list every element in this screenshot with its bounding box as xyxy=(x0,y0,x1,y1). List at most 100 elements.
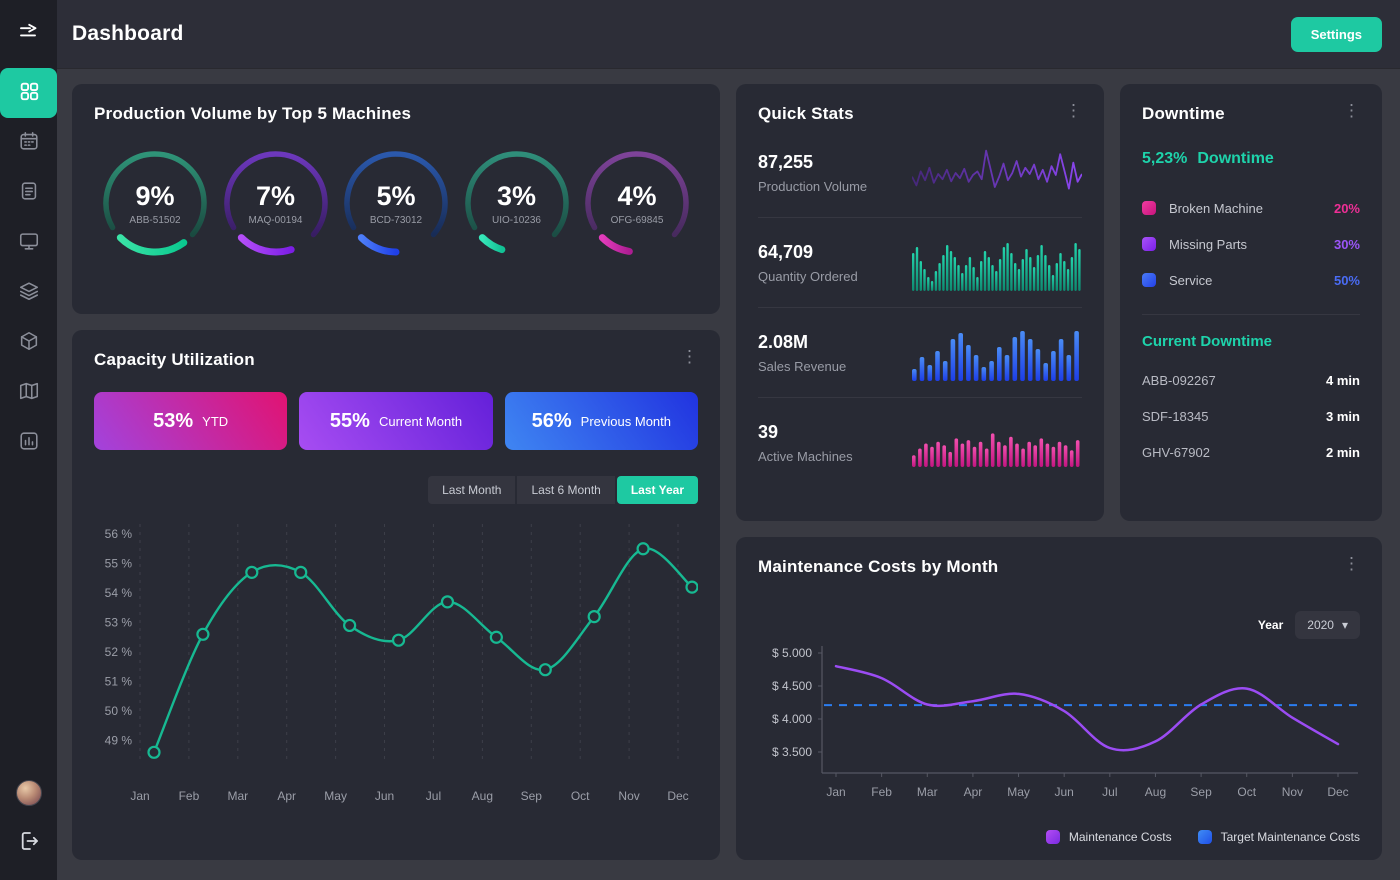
dashboard-grid-icon xyxy=(18,80,40,107)
tab-last-year[interactable]: Last Year xyxy=(617,476,698,504)
production-volume-title: Production Volume by Top 5 Machines xyxy=(94,104,698,124)
user-avatar-button[interactable] xyxy=(0,768,57,818)
legend-chip-purple xyxy=(1142,237,1156,251)
svg-text:55 %: 55 % xyxy=(105,557,133,571)
gauges-row: 9%ABB-51502 7%MAQ-00194 5%BCD-73012 3%UI… xyxy=(94,146,698,260)
stat-production-volume: 87,255 Production Volume xyxy=(758,128,1082,217)
year-select[interactable]: 2020 ▾ xyxy=(1295,611,1360,639)
pill-label: YTD xyxy=(202,414,228,429)
svg-text:$ 5.000: $ 5.000 xyxy=(772,646,812,660)
svg-text:Sep: Sep xyxy=(521,789,543,803)
menu-toggle-button[interactable] xyxy=(0,0,57,68)
downtime-item-percent: 50% xyxy=(1334,273,1360,288)
svg-text:53 %: 53 % xyxy=(105,616,133,630)
svg-text:$ 4.500: $ 4.500 xyxy=(772,679,812,693)
sidebar-spacer xyxy=(0,468,57,768)
report-document-icon xyxy=(18,180,40,207)
kebab-menu-icon[interactable]: ⋮ xyxy=(1337,98,1366,123)
kebab-menu-icon[interactable]: ⋮ xyxy=(1059,98,1088,123)
stat-label: Active Machines xyxy=(758,449,888,464)
svg-text:Jan: Jan xyxy=(130,789,149,803)
logout-button[interactable] xyxy=(0,818,57,868)
quick-stats-rows: 87,255 Production Volume 64,709 Quantity… xyxy=(758,128,1082,487)
year-value: 2020 xyxy=(1307,618,1334,632)
legend-chip-purple xyxy=(1046,830,1060,844)
layers-icon xyxy=(18,280,40,307)
svg-text:Apr: Apr xyxy=(277,789,296,803)
stat-label: Sales Revenue xyxy=(758,359,888,374)
svg-text:Feb: Feb xyxy=(871,785,892,799)
pill-value: 56% xyxy=(532,410,572,433)
legend-chip-pink xyxy=(1142,201,1156,215)
downtime-item-label: Missing Parts xyxy=(1169,237,1247,252)
monitor-icon xyxy=(18,230,40,257)
chevron-down-icon: ▾ xyxy=(1342,618,1348,632)
sidebar-item-dashboard[interactable] xyxy=(0,68,57,118)
legend-chip-blue xyxy=(1142,273,1156,287)
sidebar-item-report[interactable] xyxy=(0,168,57,218)
sidebar-item-calendar[interactable] xyxy=(0,118,57,168)
tab-last-month[interactable]: Last Month xyxy=(428,476,515,504)
current-downtime-row: SDF-18345 3 min xyxy=(1142,398,1360,434)
legend-label: Target Maintenance Costs xyxy=(1221,830,1360,844)
stat-active-machines: 39 Active Machines xyxy=(758,398,1082,487)
svg-text:May: May xyxy=(324,789,347,803)
svg-text:Mar: Mar xyxy=(227,789,248,803)
sparkline-production-volume xyxy=(912,142,1082,204)
settings-button[interactable]: Settings xyxy=(1291,17,1382,52)
sidebar-item-package[interactable] xyxy=(0,318,57,368)
gauge-value: 3% xyxy=(497,181,536,212)
maintenance-costs-title: Maintenance Costs by Month xyxy=(758,557,1360,577)
calendar-icon xyxy=(18,130,40,157)
gauge-value: 9% xyxy=(135,181,174,212)
svg-text:Jun: Jun xyxy=(375,789,394,803)
kebab-menu-icon[interactable]: ⋮ xyxy=(1337,551,1366,576)
production-volume-card: Production Volume by Top 5 Machines 9%AB… xyxy=(72,84,720,314)
gauge-machine-5: 4%OFG-69845 xyxy=(580,146,694,260)
svg-text:$ 3.500: $ 3.500 xyxy=(772,745,812,759)
sidebar-item-monitor[interactable] xyxy=(0,218,57,268)
pill-value: 53% xyxy=(153,410,193,433)
top-header: Dashboard Settings xyxy=(57,0,1400,68)
gauge-machine-2: 7%MAQ-00194 xyxy=(219,146,333,260)
machine-id: GHV-67902 xyxy=(1142,445,1210,460)
legend-chip-blue xyxy=(1198,830,1212,844)
maintenance-legend: Maintenance Costs Target Maintenance Cos… xyxy=(1046,830,1360,844)
sidebar-item-analytics[interactable] xyxy=(0,418,57,468)
gauge-machine-id: MAQ-00194 xyxy=(249,215,303,226)
capacity-pill-previous-month: 56% Previous Month xyxy=(505,392,698,450)
svg-text:Jan: Jan xyxy=(826,785,845,799)
divider xyxy=(1142,314,1360,315)
sidebar-item-layers[interactable] xyxy=(0,268,57,318)
current-downtime-title: Current Downtime xyxy=(1142,333,1360,350)
gauge-machine-3: 5%BCD-73012 xyxy=(339,146,453,260)
gauge-machine-id: OFG-69845 xyxy=(611,215,664,226)
stat-value: 87,255 xyxy=(758,152,888,173)
svg-text:Feb: Feb xyxy=(179,789,200,803)
svg-text:Nov: Nov xyxy=(618,789,639,803)
svg-text:Oct: Oct xyxy=(571,789,590,803)
menu-arrow-icon xyxy=(17,20,41,49)
kebab-menu-icon[interactable]: ⋮ xyxy=(675,344,704,369)
stat-label: Quantity Ordered xyxy=(758,269,888,284)
year-label: Year xyxy=(1258,618,1283,632)
capacity-pills-row: 53% YTD 55% Current Month 56% Previous M… xyxy=(94,392,698,450)
svg-text:Dec: Dec xyxy=(667,789,688,803)
downtime-item-missing-parts: Missing Parts 30% xyxy=(1142,226,1360,262)
sidebar-item-map[interactable] xyxy=(0,368,57,418)
logout-icon xyxy=(17,829,41,858)
downtime-minutes: 2 min xyxy=(1326,445,1360,460)
tab-last-6-month[interactable]: Last 6 Month xyxy=(517,476,614,504)
downtime-item-label: Broken Machine xyxy=(1169,201,1263,216)
legend-maintenance-costs: Maintenance Costs xyxy=(1046,830,1172,844)
machine-id: ABB-092267 xyxy=(1142,373,1216,388)
downtime-item-percent: 20% xyxy=(1334,201,1360,216)
stat-value: 39 xyxy=(758,422,888,443)
capacity-pill-current-month: 55% Current Month xyxy=(299,392,492,450)
downtime-card: Downtime ⋮ 5,23% Downtime Broken Machine… xyxy=(1120,84,1382,521)
dashboard-app: Dashboard Settings Production Volume by … xyxy=(0,0,1400,880)
svg-text:Jul: Jul xyxy=(1102,785,1117,799)
svg-text:49 %: 49 % xyxy=(105,734,133,748)
svg-text:Aug: Aug xyxy=(1145,785,1166,799)
stat-sales-revenue: 2.08M Sales Revenue xyxy=(758,308,1082,397)
